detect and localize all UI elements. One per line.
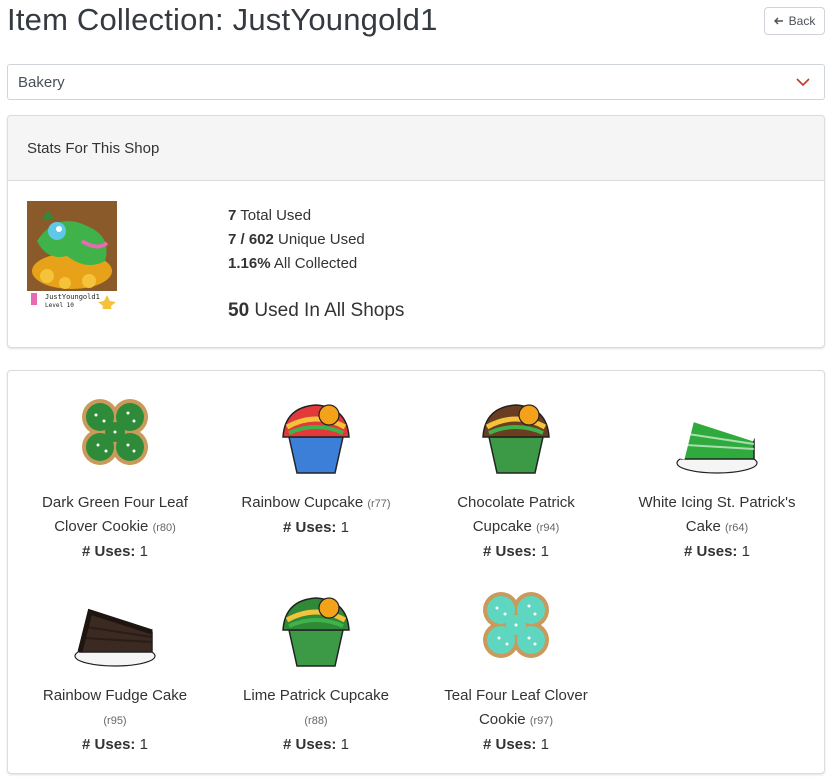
item-name: Teal Four Leaf Clover Cookie (r97): [444, 687, 588, 728]
item-uses: # Uses: 1: [483, 736, 549, 753]
shop-select[interactable]: Bakery: [7, 64, 825, 100]
avatar-caption: JustYoungold1: [45, 293, 100, 301]
item-uses: # Uses: 1: [82, 543, 148, 560]
item-rarity: (r94): [536, 522, 560, 534]
stats-header: Stats For This Shop: [8, 116, 824, 181]
item-name: Lime Patrick Cupcake (r88): [243, 687, 389, 727]
item-name: Chocolate Patrick Cupcake (r94): [457, 494, 575, 535]
back-button[interactable]: Back: [764, 7, 825, 35]
item-name: White Icing St. Patrick's Cake (r64): [638, 494, 796, 535]
star-icon: [98, 295, 116, 309]
item-name: Dark Green Four Leaf Clover Cookie (r80): [42, 494, 188, 535]
item-uses: # Uses: 1: [684, 543, 750, 560]
page-title: Item Collection: JustYoungold1: [7, 2, 438, 37]
stat-total-used: 7 Total Used: [228, 207, 312, 224]
item-card: White Icing St. Patrick's Cake (r64) # Us…: [617, 389, 817, 564]
stat-unique-used: 7 / 602 Unique Used: [228, 231, 365, 248]
item-uses: # Uses: 1: [283, 736, 349, 753]
back-button-label: Back: [788, 14, 816, 28]
shop-select-value: Bakery: [18, 73, 65, 91]
item-uses: # Uses: 1: [483, 543, 549, 560]
cookie-icon: [416, 582, 616, 672]
user-avatar: JustYoungold1 Level 10: [27, 201, 117, 309]
item-card: Dark Green Four Leaf Clover Cookie (r80)…: [15, 389, 215, 564]
item-card: Lime Patrick Cupcake (r88) # Uses: 1: [216, 582, 416, 757]
item-rarity: (r77): [367, 498, 391, 510]
item-card: Teal Four Leaf Clover Cookie (r97) # Uses…: [416, 582, 616, 757]
items-card: Dark Green Four Leaf Clover Cookie (r80)…: [7, 370, 825, 774]
item-rarity: (r88): [304, 715, 328, 727]
cake-slice-icon: [617, 389, 817, 479]
item-rarity: (r97): [529, 715, 554, 727]
chevron-down-icon: [796, 78, 810, 87]
stat-all-collected: 1.16% All Collected: [228, 255, 358, 272]
stat-all-shops: 50 Used In All Shops: [228, 300, 405, 321]
item-uses: # Uses: 1: [283, 519, 349, 536]
item-card: Chocolate Patrick Cupcake (r94) # Uses: 1: [416, 389, 616, 564]
cupcake-icon: [216, 582, 416, 672]
cupcake-icon: [416, 389, 616, 479]
item-rarity: (r80): [152, 522, 176, 534]
item-name: Rainbow Cupcake (r77): [241, 494, 391, 511]
item-rarity: (r64): [724, 522, 749, 534]
item-rarity: (r95): [103, 715, 127, 727]
avatar-level: Level 10: [45, 302, 74, 309]
cake-slice-icon: [15, 582, 215, 672]
stats-card: Stats For This Shop JustYoungold1 Level …: [7, 115, 825, 348]
stat-lines: 7 Total Used 7 / 602 Unique Used 1.16% A…: [228, 204, 365, 276]
item-name: Rainbow Fudge Cake (r95): [42, 687, 188, 727]
cupcake-icon: [216, 389, 416, 479]
item-card: Rainbow Fudge Cake (r95) # Uses: 1: [15, 582, 215, 757]
cookie-icon: [15, 389, 215, 479]
item-uses: # Uses: 1: [82, 736, 148, 753]
arrow-left-icon: [773, 17, 783, 25]
item-card: Rainbow Cupcake (r77) # Uses: 1: [216, 389, 416, 540]
